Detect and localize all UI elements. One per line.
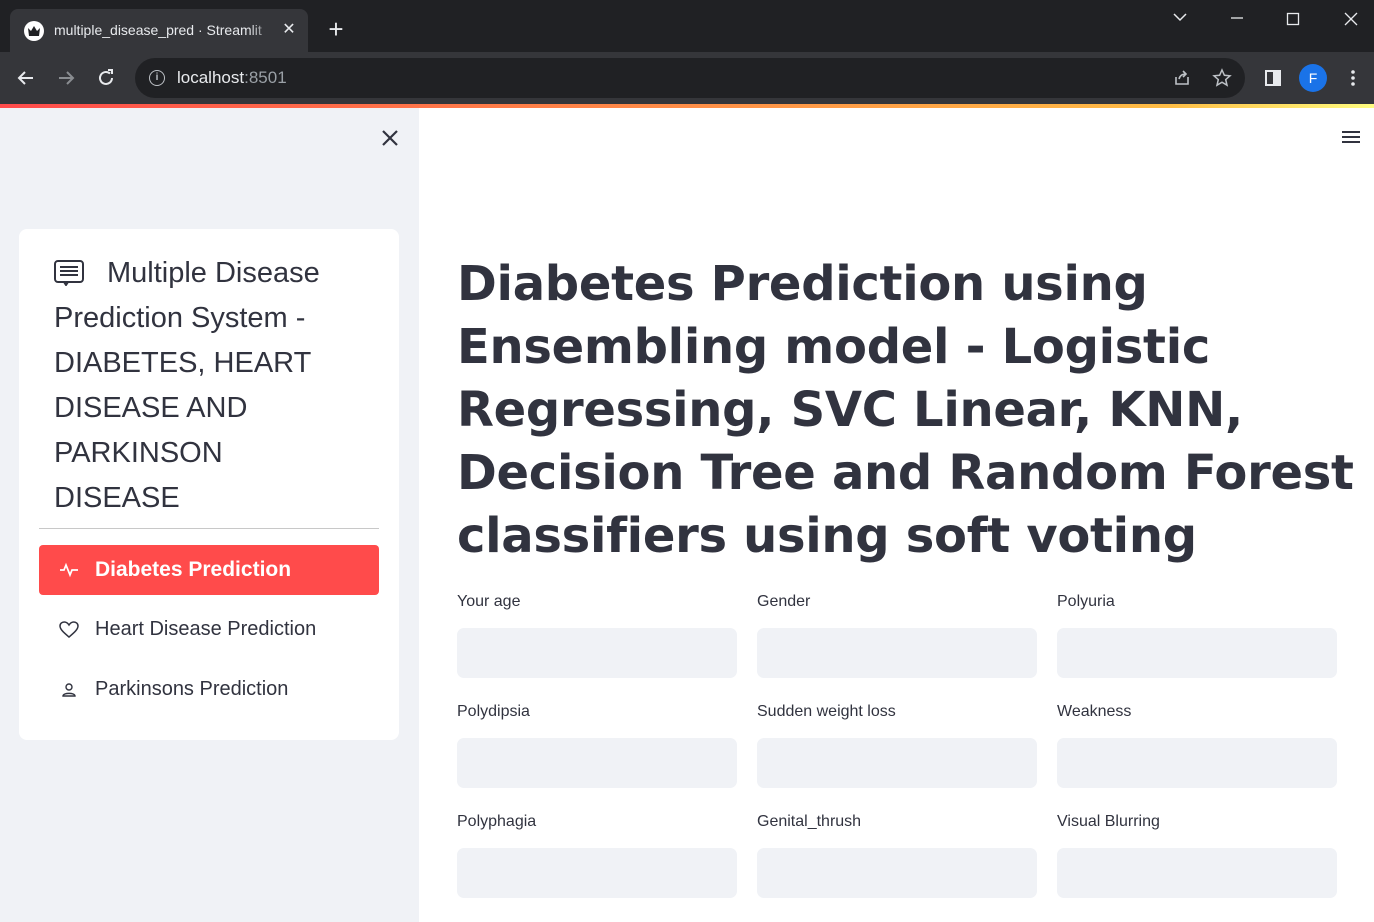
sidebar-close-icon[interactable] <box>378 126 402 150</box>
reload-icon[interactable] <box>92 64 120 92</box>
maximize-icon[interactable] <box>1273 4 1313 32</box>
field-label-polyuria: Polyuria <box>1057 593 1115 610</box>
menu-item-label: Diabetes Prediction <box>95 558 292 581</box>
polyuria-input[interactable] <box>1057 628 1337 678</box>
menu-item-label: Heart Disease Prediction <box>95 618 317 640</box>
sidebar: Multiple Disease Prediction System - DIA… <box>0 108 419 922</box>
your-age-input[interactable] <box>457 628 737 678</box>
address-bar[interactable]: i localhost:8501 <box>135 58 1245 98</box>
menu-title: Multiple Disease Prediction System - DIA… <box>54 257 320 514</box>
menu-item-diabetes-prediction[interactable]: Diabetes Prediction <box>39 545 379 595</box>
hamburger-menu-icon[interactable] <box>1340 128 1362 146</box>
sudden-weight-loss-input[interactable] <box>757 738 1037 788</box>
back-arrow-icon[interactable] <box>12 64 40 92</box>
kebab-menu-icon[interactable] <box>1339 64 1367 92</box>
tab-title-fade <box>248 19 278 43</box>
weakness-input[interactable] <box>1057 738 1337 788</box>
menu-divider <box>39 528 379 529</box>
forward-arrow-icon[interactable] <box>52 64 80 92</box>
browser-tab[interactable]: multiple_disease_pred · Streamlit ✕ <box>10 9 308 52</box>
polyphagia-input[interactable] <box>457 848 737 898</box>
menu-item-heart-disease-prediction[interactable]: Heart Disease Prediction <box>39 605 379 655</box>
field-label-your-age: Your age <box>457 593 521 610</box>
tab-search-icon[interactable] <box>1160 4 1200 32</box>
tab-title: multiple_disease_pred · Streamlit <box>54 22 262 38</box>
streamlit-favicon-icon <box>24 21 44 41</box>
field-label-gender: Gender <box>757 593 811 610</box>
field-label-visual-blurring: Visual Blurring <box>1057 813 1160 830</box>
bookmark-star-icon[interactable] <box>1212 68 1232 88</box>
close-window-icon[interactable] <box>1331 4 1371 32</box>
site-info-icon[interactable]: i <box>149 70 165 86</box>
heart-icon <box>59 620 79 640</box>
genital-thrush-input[interactable] <box>757 848 1037 898</box>
side-panel-icon[interactable] <box>1259 64 1287 92</box>
url-text: localhost:8501 <box>177 68 287 87</box>
field-label-weakness: Weakness <box>1057 703 1132 720</box>
tab-close-icon[interactable]: ✕ <box>278 19 300 41</box>
profile-avatar[interactable]: F <box>1299 64 1327 92</box>
minimize-icon[interactable] <box>1217 4 1257 32</box>
page-title: Diabetes Prediction using Ensembling mod… <box>457 256 1354 564</box>
menu-item-parkinsons-prediction[interactable]: Parkinsons Prediction <box>39 665 379 715</box>
visual-blurring-input[interactable] <box>1057 848 1337 898</box>
activity-icon <box>59 560 79 580</box>
polydipsia-input[interactable] <box>457 738 737 788</box>
gender-input[interactable] <box>757 628 1037 678</box>
field-label-polydipsia: Polydipsia <box>457 703 530 720</box>
option-menu: Multiple Disease Prediction System - DIA… <box>19 229 399 740</box>
field-label-genital-thrush: Genital_thrush <box>757 813 862 830</box>
browser-tab-bar: multiple_disease_pred · Streamlit ✕ + <box>0 0 1374 52</box>
person-icon <box>59 680 79 700</box>
field-label-sudden-weight-loss: Sudden weight loss <box>757 703 896 720</box>
menu-item-label: Parkinsons Prediction <box>95 678 289 700</box>
browser-toolbar: i localhost:8501 F <box>0 52 1374 104</box>
share-icon[interactable] <box>1172 68 1192 88</box>
field-label-polyphagia: Polyphagia <box>457 813 537 830</box>
new-tab-icon[interactable]: + <box>322 16 350 44</box>
